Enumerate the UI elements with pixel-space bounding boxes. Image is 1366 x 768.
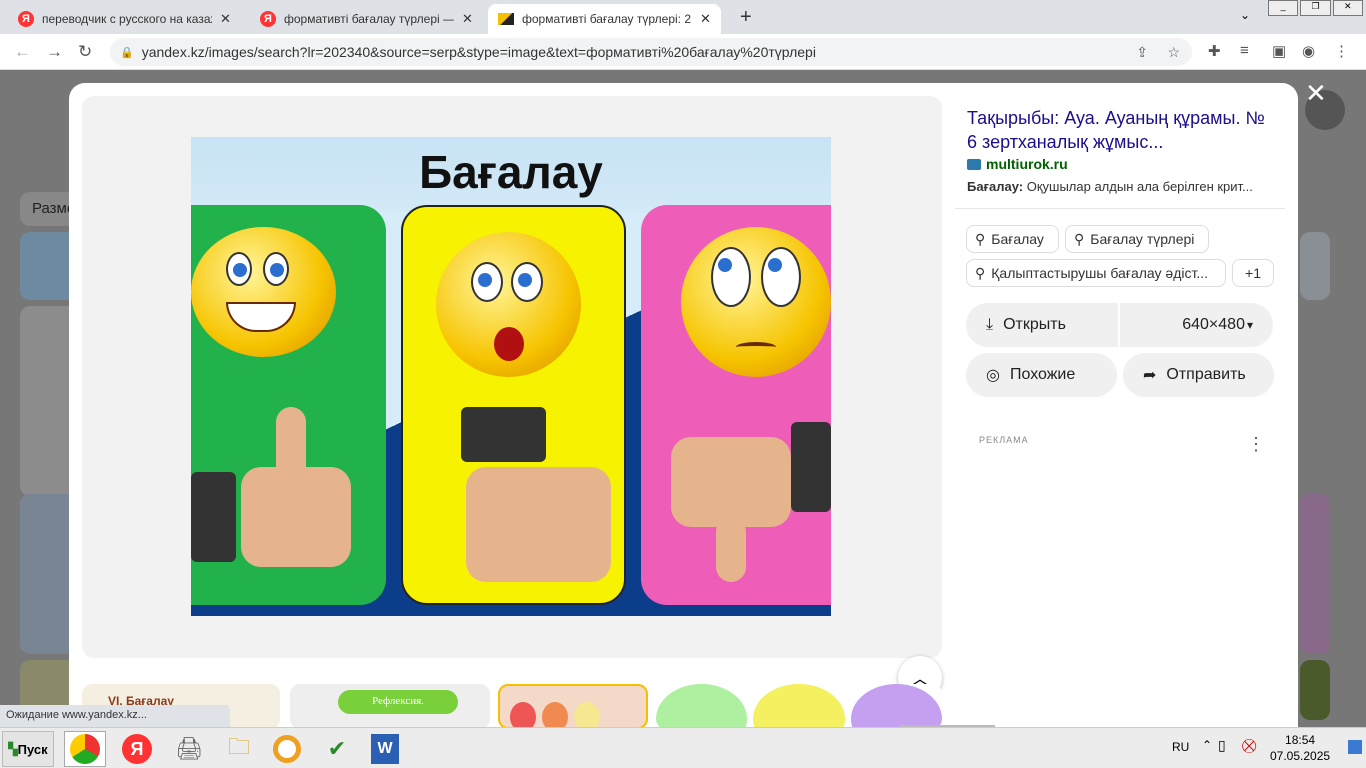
- start-button[interactable]: ▚ Пуск: [2, 731, 54, 767]
- window-controls: _ ❐ ✕: [1268, 0, 1363, 16]
- tab-translator[interactable]: Япереводчик с русского на казахский✕: [8, 4, 241, 34]
- similar-button[interactable]: ◎ Похожие: [966, 353, 1117, 397]
- status-bar: Ожидание www.yandex.kz...: [0, 705, 230, 727]
- ad-menu-icon[interactable]: ⋮: [1247, 434, 1265, 455]
- chevron-down-icon: ▾: [1246, 318, 1253, 332]
- thumbnail[interactable]: [656, 684, 942, 729]
- clock[interactable]: 18:54 07.05.2025: [1270, 732, 1330, 764]
- tab-yandex-search[interactable]: Яформативті бағалау түрлері — Яндекс✕: [250, 4, 483, 34]
- image-icon: [498, 13, 514, 25]
- network-icon[interactable]: ▯: [1218, 737, 1226, 754]
- word-taskbar-button[interactable]: W: [364, 731, 406, 767]
- search-icon: ⚲: [975, 264, 986, 281]
- size-dropdown[interactable]: 640×480 ▾: [1120, 303, 1273, 347]
- search-icon: ⚲: [1074, 230, 1085, 247]
- show-desktop-button[interactable]: [1348, 740, 1362, 754]
- taskbar: ▚ Пуск Я 🖨 🗀 ✔ W RU ⌃ ▯ ⛒ 18:54 07.05.2025: [0, 727, 1366, 768]
- printer-taskbar-button[interactable]: 🖨: [168, 731, 210, 767]
- word-icon: W: [371, 734, 399, 764]
- close-viewer-button[interactable]: ✕: [1305, 78, 1327, 109]
- thumbnail[interactable]: Рефлексия.: [290, 684, 490, 729]
- extensions-icon[interactable]: ✚: [1208, 42, 1221, 60]
- source-title-link[interactable]: Тақырыбы: Ауа. Ауаның құрамы. № 6 зертха…: [967, 106, 1267, 154]
- address-bar-row: ← → ↻ 🔒 yandex.kz/images/search?lr=202340…: [0, 34, 1366, 70]
- source-link[interactable]: multiurok.ru: [967, 156, 1068, 172]
- chrome-taskbar-button[interactable]: [64, 731, 106, 767]
- divider: [955, 208, 1285, 209]
- checker-taskbar-button[interactable]: ✔: [316, 731, 358, 767]
- windows-logo-icon: ▚: [8, 742, 18, 756]
- tag-chip[interactable]: ⚲ Бағалау: [966, 225, 1059, 253]
- yandex-icon: Я: [260, 11, 276, 27]
- camera-lens-icon: ◎: [986, 367, 1000, 384]
- menu-icon[interactable]: ⋮: [1334, 42, 1349, 60]
- language-indicator[interactable]: RU: [1172, 740, 1189, 754]
- close-tab-icon[interactable]: ✕: [700, 11, 711, 27]
- restore-button[interactable]: ❐: [1300, 0, 1331, 16]
- preview-image[interactable]: Бағалау: [191, 137, 831, 616]
- yandex-icon: Я: [122, 734, 152, 764]
- yandex-icon: Я: [18, 11, 34, 27]
- image-info-card: Тақырыбы: Ауа. Ауаның құрамы. № 6 зертха…: [955, 96, 1285, 408]
- lock-icon: 🔒: [120, 46, 134, 59]
- tray-expand-icon[interactable]: ⌃: [1202, 738, 1212, 752]
- ring-app-icon: [273, 735, 301, 763]
- more-tags-chip[interactable]: +1: [1232, 259, 1274, 287]
- open-button[interactable]: ⤓ Открыть: [966, 303, 1118, 347]
- url-input[interactable]: 🔒 yandex.kz/images/search?lr=202340&sourc…: [110, 38, 1192, 66]
- yandex-browser-taskbar-button[interactable]: Я: [116, 731, 158, 767]
- explorer-taskbar-button[interactable]: 🗀: [218, 731, 260, 767]
- printer-icon: 🖨: [175, 736, 203, 761]
- close-window-button[interactable]: ✕: [1332, 0, 1363, 16]
- media-icon[interactable]: ≡: [1240, 42, 1249, 59]
- sidepanel-icon[interactable]: ▣: [1272, 42, 1286, 60]
- thumbnail-selected[interactable]: [498, 684, 648, 729]
- close-tab-icon[interactable]: ✕: [462, 11, 473, 27]
- share-arrow-icon: ➦: [1143, 367, 1157, 384]
- close-tab-icon[interactable]: ✕: [220, 11, 231, 27]
- share-icon[interactable]: ⇪: [1136, 44, 1148, 61]
- security-alert-icon[interactable]: ⛒: [1242, 737, 1256, 754]
- minimize-button[interactable]: _: [1268, 0, 1299, 16]
- tab-search-icon[interactable]: ⌄: [1240, 8, 1250, 22]
- book-icon: [967, 158, 981, 170]
- snippet: Бағалау: Оқушылар алдын ала берілген кри…: [967, 179, 1253, 194]
- checkmark-app-icon: ✔: [327, 736, 347, 761]
- tag-chip[interactable]: ⚲ Қалыптастырушы бағалау әдіст...: [966, 259, 1226, 287]
- folder-icon: 🗀: [227, 734, 250, 759]
- back-button[interactable]: ←: [14, 42, 31, 62]
- app-taskbar-button[interactable]: [266, 731, 308, 767]
- new-tab-button[interactable]: +: [740, 6, 752, 29]
- bookmark-star-icon[interactable]: ☆: [1167, 44, 1180, 61]
- ad-block: РЕКЛАМА ⋮: [955, 418, 1285, 738]
- download-icon: ⤓: [986, 316, 994, 333]
- profile-icon[interactable]: ◉: [1302, 42, 1315, 60]
- forward-button[interactable]: →: [46, 42, 63, 62]
- search-icon: ⚲: [975, 230, 986, 247]
- chrome-icon: [70, 734, 100, 764]
- share-button[interactable]: ➦ Отправить: [1123, 353, 1274, 397]
- tab-strip: Япереводчик с русского на казахский✕ Яфо…: [0, 0, 1366, 34]
- reload-button[interactable]: ↻: [78, 42, 92, 62]
- tab-images[interactable]: формативті бағалау түрлері: 2 тыс✕: [488, 4, 721, 34]
- tag-chip[interactable]: ⚲ Бағалау түрлері: [1065, 225, 1209, 253]
